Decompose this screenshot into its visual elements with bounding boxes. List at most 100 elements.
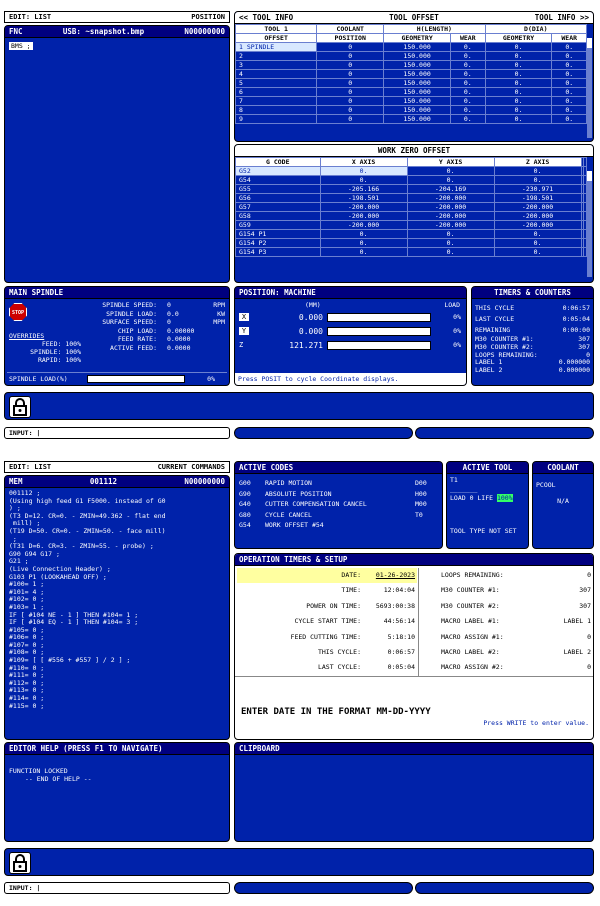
table-cell[interactable]: 150.000 bbox=[383, 51, 452, 61]
table-row[interactable]: 2 0 150.000 0. 0. 0. bbox=[235, 51, 587, 61]
table-cell[interactable]: 0 bbox=[316, 69, 385, 79]
table-cell[interactable]: 0. bbox=[551, 105, 587, 115]
table-cell[interactable]: G59 bbox=[235, 220, 321, 230]
table-cell[interactable]: 0. bbox=[484, 69, 553, 79]
table-cell[interactable]: G154 P2 bbox=[235, 238, 321, 248]
table-cell[interactable]: 7 bbox=[235, 96, 318, 106]
table-cell[interactable]: -200.000 bbox=[319, 211, 408, 221]
table-cell[interactable]: -200.000 bbox=[406, 211, 495, 221]
table-cell[interactable]: 0. bbox=[484, 96, 553, 106]
table-row[interactable]: G154 P1 0. 0. 0. bbox=[235, 229, 587, 239]
table-cell[interactable]: 0. bbox=[450, 78, 486, 88]
table-row[interactable]: 4 0 150.000 0. 0. 0. bbox=[235, 69, 587, 79]
table-cell[interactable]: 0. bbox=[493, 247, 582, 257]
table-cell[interactable]: -200.000 bbox=[319, 220, 408, 230]
table-cell[interactable]: 0. bbox=[450, 87, 486, 97]
table-cell[interactable]: 0. bbox=[406, 229, 495, 239]
table-row[interactable]: G56 -198.501 -200.000 -198.501 bbox=[235, 193, 587, 203]
table-cell[interactable]: 0. bbox=[450, 51, 486, 61]
table-cell[interactable]: G154 P3 bbox=[235, 247, 321, 257]
table-cell[interactable]: 0. bbox=[551, 60, 587, 70]
table-cell[interactable]: 0. bbox=[551, 78, 587, 88]
table-cell[interactable]: G52 bbox=[235, 166, 321, 176]
table-cell[interactable]: 0. bbox=[493, 229, 582, 239]
table-cell[interactable]: 0. bbox=[484, 42, 553, 52]
input-field[interactable]: INPUT: | bbox=[4, 427, 230, 439]
table-row[interactable]: 7 0 150.000 0. 0. 0. bbox=[235, 96, 587, 106]
table-cell[interactable]: 0. bbox=[319, 166, 408, 176]
table-cell[interactable]: 0. bbox=[406, 175, 495, 185]
table-row[interactable]: G55 -205.166 -204.169 -230.971 bbox=[235, 184, 587, 194]
table-cell[interactable]: G54 bbox=[235, 175, 321, 185]
table-cell[interactable]: 0. bbox=[450, 69, 486, 79]
table-cell[interactable]: 0. bbox=[551, 51, 587, 61]
table-cell[interactable]: 0 bbox=[316, 78, 385, 88]
table-cell[interactable]: 0 bbox=[316, 96, 385, 106]
table-cell[interactable]: 0. bbox=[551, 69, 587, 79]
table-row[interactable]: G154 P3 0. 0. 0. bbox=[235, 247, 587, 257]
table-cell[interactable]: -198.501 bbox=[493, 193, 582, 203]
table-cell[interactable]: 0. bbox=[406, 166, 495, 176]
table-cell[interactable]: -204.169 bbox=[406, 184, 495, 194]
table-cell[interactable]: 0. bbox=[484, 78, 553, 88]
table-cell[interactable]: 0. bbox=[450, 60, 486, 70]
table-cell[interactable]: 0. bbox=[551, 42, 587, 52]
table-cell[interactable]: 5 bbox=[235, 78, 318, 88]
table-cell[interactable]: G56 bbox=[235, 193, 321, 203]
table-cell[interactable]: 150.000 bbox=[383, 87, 452, 97]
table-cell[interactable]: 0. bbox=[450, 105, 486, 115]
table-cell[interactable]: 3 bbox=[235, 60, 318, 70]
program-code[interactable]: 001112 ; (Using high feed G1 F5000. inst… bbox=[5, 488, 229, 712]
tool-info-prev[interactable]: << TOOL INFO bbox=[239, 12, 293, 23]
table-cell[interactable]: 0. bbox=[319, 175, 408, 185]
ops-value[interactable]: 01-26-2023 bbox=[365, 568, 415, 583]
table-cell[interactable]: 150.000 bbox=[383, 96, 452, 106]
table-cell[interactable]: 150.000 bbox=[383, 69, 452, 79]
table-row[interactable]: 3 0 150.000 0. 0. 0. bbox=[235, 60, 587, 70]
table-cell[interactable]: 0. bbox=[450, 114, 486, 124]
table-cell[interactable]: -205.166 bbox=[319, 184, 408, 194]
table-cell[interactable]: 0. bbox=[484, 60, 553, 70]
table-cell[interactable]: 0 bbox=[316, 114, 385, 124]
table-cell[interactable]: 150.000 bbox=[383, 42, 452, 52]
table-cell[interactable]: -200.000 bbox=[493, 211, 582, 221]
table-cell[interactable]: 150.000 bbox=[383, 78, 452, 88]
table-cell[interactable]: 0. bbox=[319, 247, 408, 257]
table-cell[interactable]: 0. bbox=[319, 238, 408, 248]
table-row[interactable]: G57 -200.000 -200.000 -200.000 bbox=[235, 202, 587, 212]
table-row[interactable]: G54 0. 0. 0. bbox=[235, 175, 587, 185]
table-cell[interactable]: 0. bbox=[484, 51, 553, 61]
input-tab-2[interactable] bbox=[415, 882, 594, 894]
lock-button[interactable] bbox=[9, 852, 31, 874]
table-cell[interactable]: 0. bbox=[406, 238, 495, 248]
table-cell[interactable]: -200.000 bbox=[406, 193, 495, 203]
table-cell[interactable]: -230.971 bbox=[493, 184, 582, 194]
table-row[interactable]: G59 -200.000 -200.000 -200.000 bbox=[235, 220, 587, 230]
table-cell[interactable]: 0. bbox=[484, 105, 553, 115]
table-row[interactable]: 5 0 150.000 0. 0. 0. bbox=[235, 78, 587, 88]
table-cell[interactable]: 0. bbox=[493, 175, 582, 185]
input-field[interactable]: INPUT: | bbox=[4, 882, 230, 894]
table-cell[interactable]: 0. bbox=[493, 166, 582, 176]
table-row[interactable]: 1 SPINDLE 0 150.000 0. 0. 0. bbox=[235, 42, 587, 52]
input-tab-2[interactable] bbox=[415, 427, 594, 439]
table-cell[interactable]: 0. bbox=[406, 247, 495, 257]
table-cell[interactable]: G58 bbox=[235, 211, 321, 221]
table-cell[interactable]: 0 bbox=[316, 87, 385, 97]
table-cell[interactable]: 1 SPINDLE bbox=[235, 42, 318, 52]
table-cell[interactable]: -200.000 bbox=[493, 202, 582, 212]
table-cell[interactable]: 0 bbox=[316, 51, 385, 61]
table-row[interactable]: 9 0 150.000 0. 0. 0. bbox=[235, 114, 587, 124]
table-cell[interactable]: G55 bbox=[235, 184, 321, 194]
lock-button[interactable] bbox=[9, 396, 31, 418]
table-row[interactable]: 8 0 150.000 0. 0. 0. bbox=[235, 105, 587, 115]
table-cell[interactable]: 150.000 bbox=[383, 60, 452, 70]
input-tab-1[interactable] bbox=[234, 882, 413, 894]
table-cell[interactable]: 0. bbox=[551, 114, 587, 124]
table-cell[interactable]: 0 bbox=[316, 42, 385, 52]
table-cell[interactable]: 0 bbox=[316, 60, 385, 70]
table-cell[interactable]: 2 bbox=[235, 51, 318, 61]
table-cell[interactable]: -198.501 bbox=[319, 193, 408, 203]
scrollbar[interactable] bbox=[587, 171, 592, 277]
table-row[interactable]: 6 0 150.000 0. 0. 0. bbox=[235, 87, 587, 97]
